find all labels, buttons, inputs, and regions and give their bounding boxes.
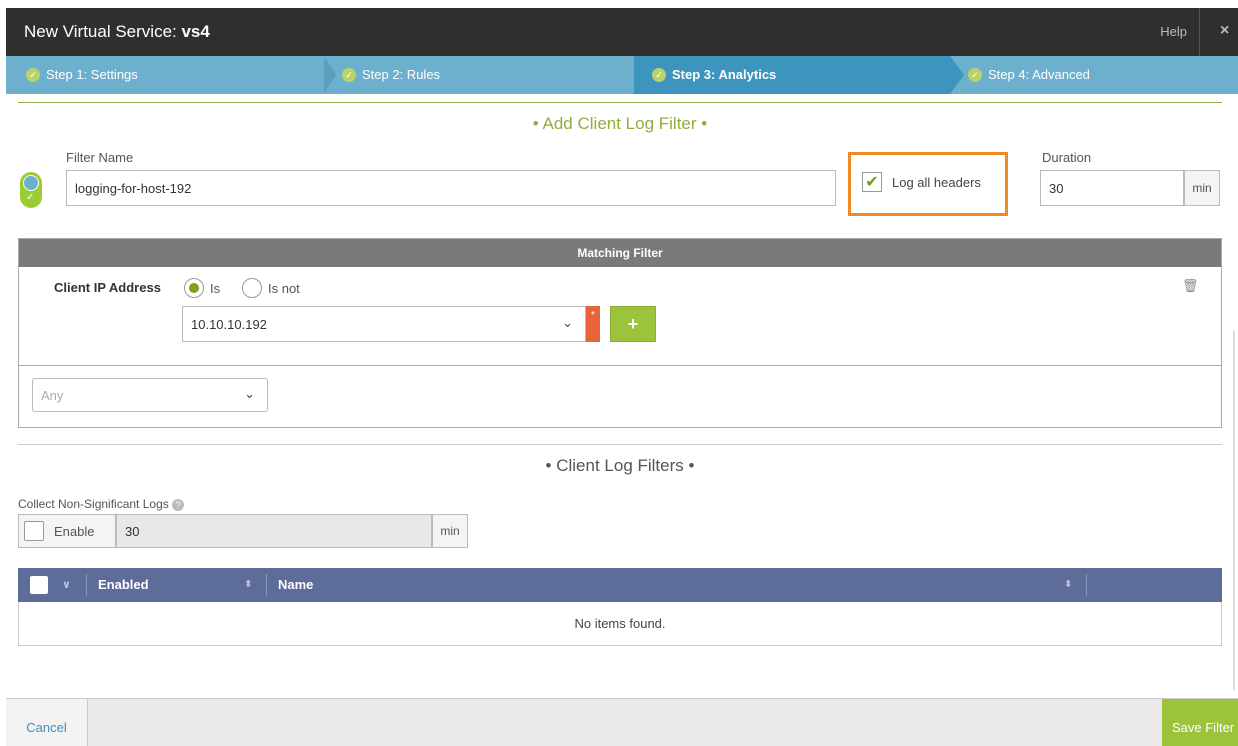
non-significant-duration-unit: min bbox=[432, 514, 468, 548]
section-divider bbox=[18, 102, 1222, 103]
filters-table-header: ∨ Enabled ⬍ Name ⬍ bbox=[18, 568, 1222, 602]
sort-icon[interactable]: ⬍ bbox=[1064, 568, 1072, 602]
check-icon: ✓ bbox=[26, 68, 40, 82]
step-separator bbox=[324, 56, 336, 94]
add-filter-section-title: • Add Client Log Filter • bbox=[532, 114, 708, 133]
step-settings[interactable]: ✓ Step 1: Settings bbox=[26, 56, 326, 94]
step-separator bbox=[950, 56, 964, 94]
step-label: Step 1: Settings bbox=[46, 67, 138, 82]
collect-logs-label: Collect Non-Significant Logs ? bbox=[18, 497, 185, 511]
chevron-down-icon[interactable]: ∨ bbox=[62, 568, 71, 602]
client-log-filters-title: • Client Log Filters • bbox=[545, 456, 695, 475]
add-ip-button[interactable]: + bbox=[610, 306, 656, 342]
trash-icon[interactable]: 🗑 bbox=[1182, 278, 1199, 294]
log-all-headers-label: Log all headers bbox=[892, 175, 981, 190]
modal-window: New Virtual Service: vs4 Help × ✓ Step 1… bbox=[6, 0, 1238, 746]
sort-icon[interactable]: ⬍ bbox=[244, 568, 252, 602]
radio-is-not[interactable] bbox=[242, 278, 262, 298]
log-all-headers-checkbox[interactable]: ✔ bbox=[862, 172, 882, 192]
scrollbar-track[interactable] bbox=[1233, 330, 1235, 690]
duration-unit: min bbox=[1184, 170, 1220, 206]
column-separator bbox=[266, 574, 267, 596]
radio-is-not-label: Is not bbox=[268, 281, 300, 296]
step-analytics[interactable]: ✓ Step 3: Analytics bbox=[634, 56, 950, 94]
select-all-checkbox[interactable] bbox=[30, 576, 48, 594]
duration-input[interactable]: 30 bbox=[1040, 170, 1184, 206]
match-type-select[interactable]: Any ⌄ bbox=[32, 378, 268, 412]
chevron-down-icon: ⌄ bbox=[562, 315, 573, 330]
step-rules[interactable]: ✓ Step 2: Rules bbox=[342, 56, 632, 94]
modal-title: New Virtual Service: vs4 bbox=[24, 22, 210, 41]
filter-name-label: Filter Name bbox=[66, 150, 134, 165]
panel-divider bbox=[18, 365, 1222, 366]
step-advanced[interactable]: ✓ Step 4: Advanced bbox=[968, 56, 1228, 94]
help-icon[interactable]: ? bbox=[172, 499, 185, 511]
step-label: Step 4: Advanced bbox=[988, 67, 1090, 82]
chevron-down-icon: ⌄ bbox=[244, 386, 255, 401]
check-icon: ✓ bbox=[652, 68, 666, 82]
toggle-knob bbox=[23, 175, 39, 191]
close-icon[interactable]: × bbox=[1220, 22, 1238, 40]
section-divider bbox=[18, 444, 1222, 445]
client-ip-label: Client IP Address bbox=[54, 280, 161, 295]
matching-filter-header: Matching Filter bbox=[19, 239, 1221, 267]
radio-is[interactable] bbox=[184, 278, 204, 298]
filter-name-input[interactable]: logging-for-host-192 bbox=[66, 170, 836, 206]
check-icon: ✓ bbox=[342, 68, 356, 82]
non-significant-duration-input[interactable]: 30 bbox=[116, 514, 432, 548]
title-bar: New Virtual Service: vs4 Help × bbox=[6, 8, 1238, 56]
ip-address-value: 10.10.10.192 bbox=[191, 316, 267, 332]
match-type-placeholder: Any bbox=[41, 387, 64, 403]
check-icon: ✓ bbox=[26, 192, 35, 203]
radio-is-label: Is bbox=[210, 281, 221, 296]
empty-table-message: No items found. bbox=[18, 602, 1222, 646]
step-label: Step 2: Rules bbox=[362, 67, 441, 82]
filter-enable-toggle[interactable]: ✓ bbox=[20, 172, 42, 208]
save-filter-button[interactable]: Save Filter bbox=[1162, 699, 1238, 746]
cancel-button[interactable]: Cancel bbox=[6, 699, 88, 746]
check-icon: ✓ bbox=[968, 68, 982, 82]
virtual-service-name: vs4 bbox=[181, 22, 210, 41]
required-indicator: * bbox=[586, 306, 600, 342]
column-separator bbox=[1086, 574, 1087, 596]
wizard-steps: ✓ Step 1: Settings ✓ Step 2: Rules ✓ Ste… bbox=[6, 56, 1238, 94]
duration-label: Duration bbox=[1042, 150, 1092, 165]
column-header-name[interactable]: Name bbox=[278, 568, 313, 602]
column-separator bbox=[86, 574, 87, 596]
step-label: Step 3: Analytics bbox=[672, 67, 777, 82]
column-header-enabled[interactable]: Enabled bbox=[98, 568, 149, 602]
ip-address-select[interactable]: 10.10.10.192 ⌄ bbox=[182, 306, 586, 342]
enable-checkbox[interactable] bbox=[24, 521, 44, 541]
modal-footer: Cancel Save Filter bbox=[6, 698, 1238, 746]
enable-label: Enable bbox=[54, 524, 95, 539]
help-link[interactable]: Help bbox=[1160, 8, 1200, 56]
